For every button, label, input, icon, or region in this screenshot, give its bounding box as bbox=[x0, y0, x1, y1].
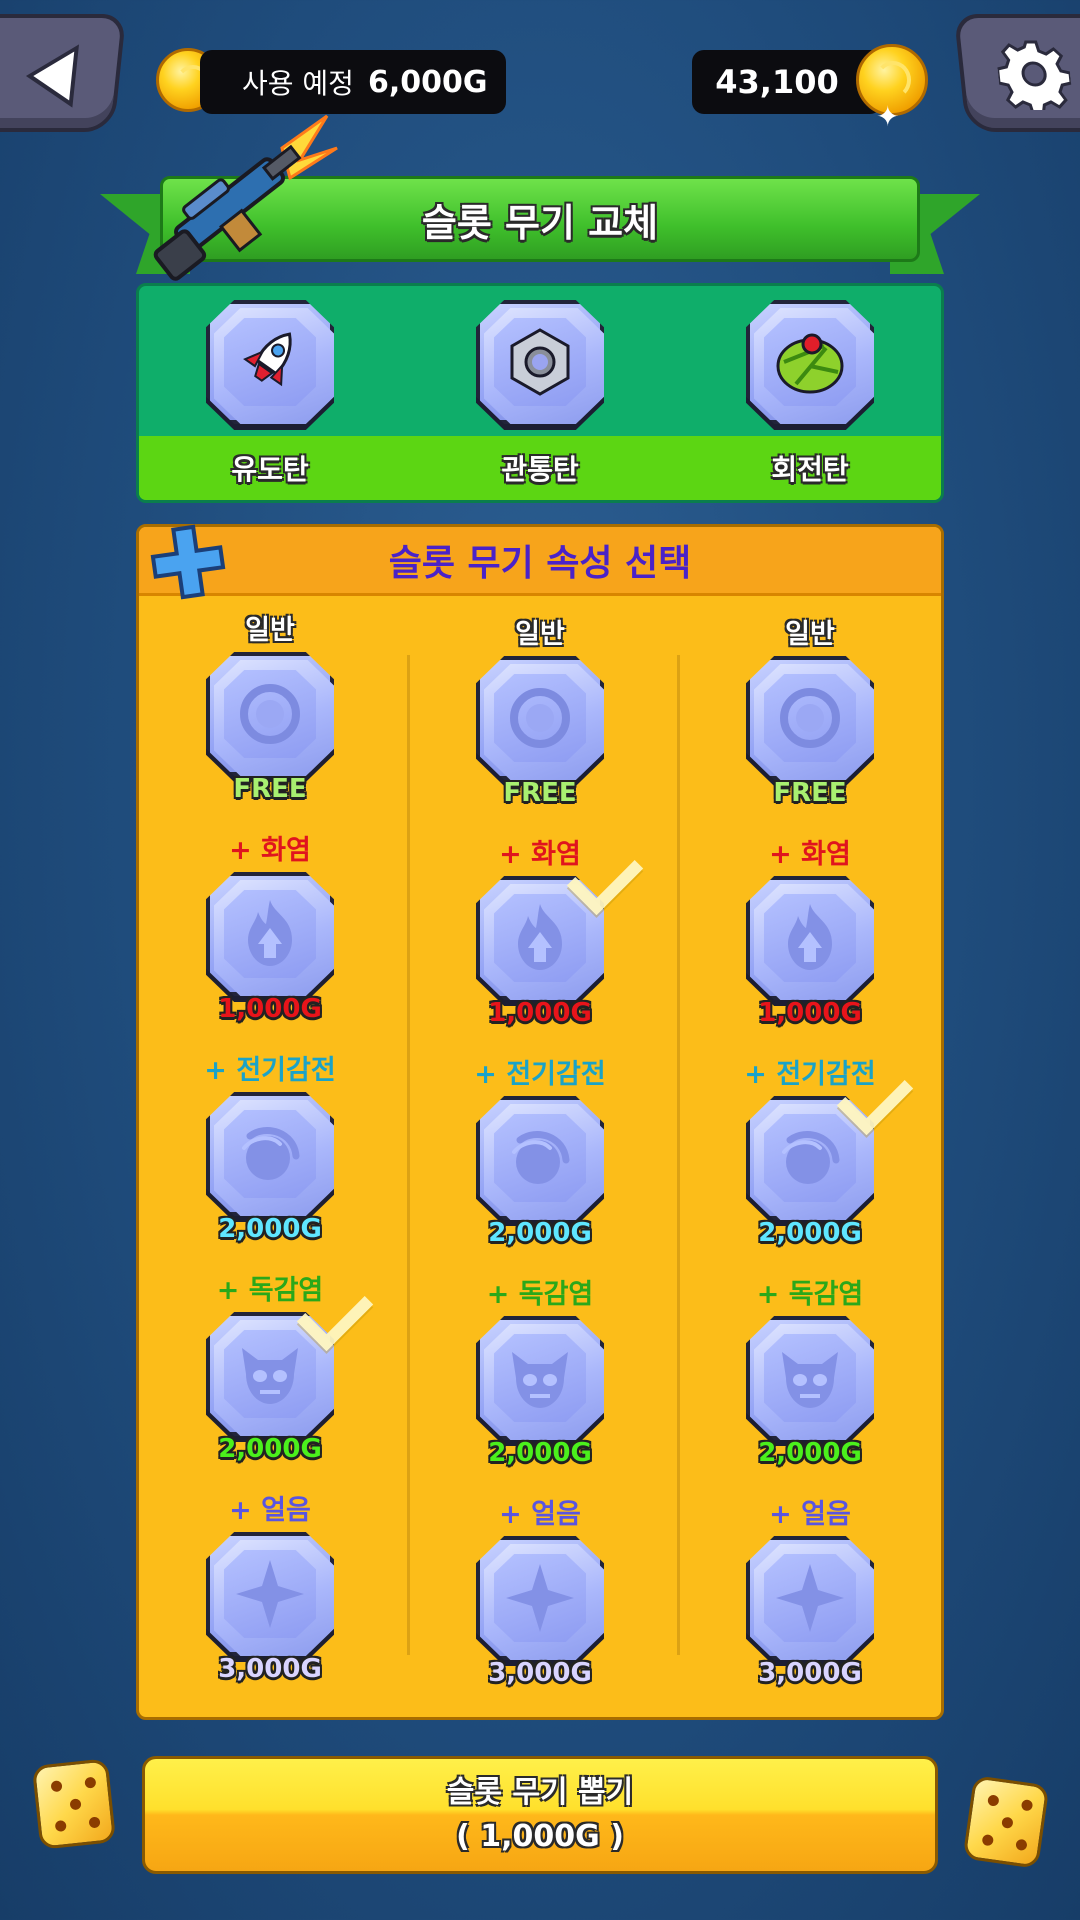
attribute-option-poison[interactable] bbox=[746, 1316, 874, 1440]
attribute-option-electric[interactable] bbox=[206, 1092, 334, 1216]
attribute-option-normal[interactable] bbox=[746, 656, 874, 780]
flame-icon bbox=[494, 894, 586, 982]
pending-amount: 6,000G bbox=[367, 64, 488, 100]
attribute-option-electric[interactable] bbox=[476, 1096, 604, 1220]
circle-icon bbox=[494, 674, 586, 762]
lightning-swirl-icon bbox=[494, 1114, 586, 1202]
weapon-label: 유도탄 bbox=[231, 453, 309, 486]
attribute-price: 1,000G bbox=[218, 994, 322, 1024]
attribute-price: FREE bbox=[233, 774, 307, 804]
attribute-label-poison: + 독감염 bbox=[756, 1279, 864, 1310]
attribute-option-normal[interactable] bbox=[206, 652, 334, 776]
hex-nut-icon bbox=[494, 318, 586, 406]
attribute-price: 3,000G bbox=[218, 1654, 322, 1684]
skull-icon bbox=[764, 1334, 856, 1422]
circle-icon bbox=[224, 670, 316, 758]
lightning-swirl-icon bbox=[224, 1110, 316, 1198]
pending-label: 사용 예정 bbox=[242, 67, 354, 100]
draw-button-cost: ( 1,000G ) bbox=[456, 1819, 624, 1854]
attribute-label-poison: + 독감염 bbox=[486, 1279, 594, 1310]
attribute-label-ice: + 얼음 bbox=[229, 1495, 311, 1526]
plus-icon bbox=[150, 524, 226, 600]
attribute-label-normal: 일반 bbox=[785, 619, 835, 650]
attribute-price: FREE bbox=[503, 778, 577, 808]
attribute-price: 1,000G bbox=[488, 998, 592, 1028]
column-divider bbox=[407, 655, 410, 1655]
snowflake-icon bbox=[494, 1554, 586, 1642]
gold-balance: 43,100 bbox=[715, 63, 839, 101]
dice-icon bbox=[962, 1775, 1050, 1869]
rocket-icon bbox=[224, 318, 316, 406]
attribute-price: 2,000G bbox=[488, 1218, 592, 1248]
draw-button-label: 슬롯 무기 뽑기 bbox=[446, 1775, 634, 1810]
attribute-price: 2,000G bbox=[488, 1438, 592, 1468]
attribute-title: 슬롯 무기 속성 선택 bbox=[388, 543, 692, 584]
dice-icon bbox=[31, 1758, 117, 1850]
pending-cost-display: 사용 예정 6,000G bbox=[200, 50, 506, 114]
gear-icon bbox=[995, 40, 1073, 110]
back-button[interactable] bbox=[0, 14, 127, 132]
skull-icon bbox=[224, 1330, 316, 1418]
attribute-price: 3,000G bbox=[488, 1658, 592, 1688]
weapon-slot-3[interactable] bbox=[746, 300, 874, 424]
attribute-label-ice: + 얼음 bbox=[499, 1499, 581, 1530]
attribute-label-electric: + 전기감전 bbox=[474, 1059, 606, 1090]
draw-slot-weapon-button[interactable]: 슬롯 무기 뽑기 ( 1,000G ) bbox=[142, 1756, 938, 1874]
lightning-swirl-icon bbox=[764, 1114, 856, 1202]
attribute-price: 2,000G bbox=[218, 1214, 322, 1244]
attribute-option-ice[interactable] bbox=[746, 1536, 874, 1660]
weapon-label: 관통탄 bbox=[501, 453, 579, 486]
skull-icon bbox=[494, 1334, 586, 1422]
attribute-label-ice: + 얼음 bbox=[769, 1499, 851, 1530]
attribute-label-normal: 일반 bbox=[245, 615, 295, 646]
flame-icon bbox=[764, 894, 856, 982]
attribute-price: 2,000G bbox=[758, 1438, 862, 1468]
attribute-label-fire: + 화염 bbox=[769, 839, 851, 870]
weapon-label: 회전탄 bbox=[771, 453, 849, 486]
attribute-option-fire[interactable] bbox=[206, 872, 334, 996]
column-divider bbox=[677, 655, 680, 1655]
attribute-label-normal: 일반 bbox=[515, 619, 565, 650]
attribute-label-fire: + 화염 bbox=[229, 835, 311, 866]
flame-icon bbox=[224, 890, 316, 978]
attribute-price: 3,000G bbox=[758, 1658, 862, 1688]
attribute-option-ice[interactable] bbox=[206, 1532, 334, 1656]
sparkle-icon: ✦ bbox=[876, 100, 900, 133]
attribute-price: 1,000G bbox=[758, 998, 862, 1028]
attribute-option-fire[interactable] bbox=[746, 876, 874, 1000]
attribute-price: 2,000G bbox=[758, 1218, 862, 1248]
back-arrow-icon bbox=[25, 44, 80, 108]
attribute-price: FREE bbox=[773, 778, 847, 808]
swap-title: 슬롯 무기 교체 bbox=[421, 200, 659, 245]
rifle-icon bbox=[153, 114, 338, 281]
attribute-label-electric: + 전기감전 bbox=[204, 1055, 336, 1086]
attribute-option-poison[interactable] bbox=[476, 1316, 604, 1440]
circle-icon bbox=[764, 674, 856, 762]
attribute-title-bar: 슬롯 무기 속성 선택 bbox=[139, 527, 941, 596]
snowflake-icon bbox=[224, 1550, 316, 1638]
settings-button[interactable] bbox=[953, 14, 1080, 132]
spinner-icon bbox=[764, 318, 856, 406]
attribute-price: 2,000G bbox=[218, 1434, 322, 1464]
weapon-slot-1[interactable] bbox=[206, 300, 334, 424]
attribute-option-normal[interactable] bbox=[476, 656, 604, 780]
attribute-option-ice[interactable] bbox=[476, 1536, 604, 1660]
gold-balance-display: 43,100 bbox=[692, 50, 882, 114]
weapon-slot-2[interactable] bbox=[476, 300, 604, 424]
snowflake-icon bbox=[764, 1554, 856, 1642]
